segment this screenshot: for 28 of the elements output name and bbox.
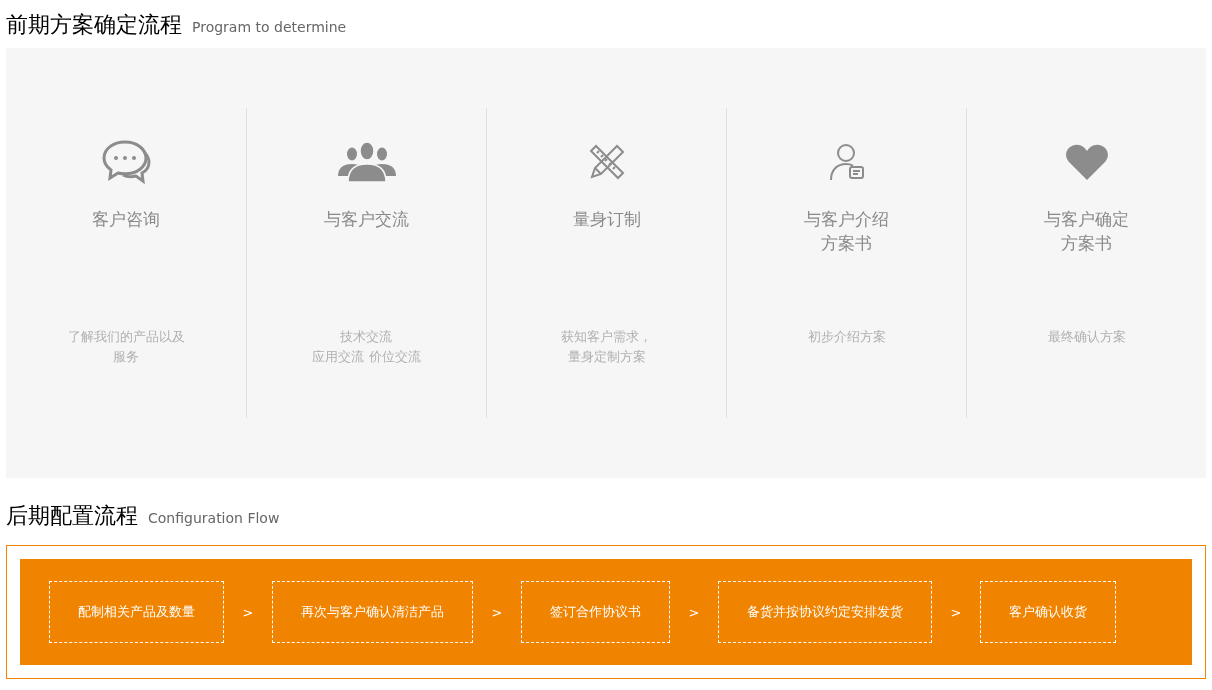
- step-description: 了解我们的产品以及 服务: [67, 328, 185, 366]
- step-title: 与客户交流: [324, 208, 409, 231]
- flow-step: 配制相关产品及数量: [49, 581, 224, 643]
- step-description: 获知客户需求， 量身定制方案: [561, 328, 652, 366]
- heart-icon: [1064, 143, 1109, 180]
- step-separator: >: [241, 604, 255, 620]
- step-title: 与客户确定 方案书: [1044, 208, 1129, 255]
- step-title: 与客户介绍 方案书: [804, 208, 889, 255]
- section-subtitle: Program to determine: [192, 19, 347, 35]
- flow-step: 客户确认收货: [980, 581, 1116, 643]
- people-group-icon: [337, 141, 396, 182]
- chat-bubbles-icon: [101, 138, 151, 185]
- step-description: 初步介绍方案: [807, 328, 886, 346]
- section-title: 前期方案确定流程: [6, 11, 182, 39]
- user-card-icon: [828, 142, 865, 181]
- step-separator: >: [490, 604, 504, 620]
- pencil-ruler-icon: [587, 142, 626, 181]
- flow-step: 签订合作协议书: [521, 581, 670, 643]
- step-description: 技术交流 应用交流 价位交流: [312, 328, 421, 366]
- flow-step: 备货并按协议约定安排发货: [718, 581, 932, 643]
- step-title: 客户咨询: [92, 208, 160, 231]
- flow-step: 再次与客户确认清洁产品: [272, 581, 473, 643]
- section-subtitle: Configuration Flow: [148, 510, 280, 526]
- step-description: 最终确认方案: [1047, 328, 1126, 346]
- step-separator: >: [949, 604, 963, 620]
- step-title: 量身订制: [572, 208, 641, 231]
- step-separator: >: [687, 604, 701, 620]
- section-title: 后期配置流程: [6, 502, 138, 530]
